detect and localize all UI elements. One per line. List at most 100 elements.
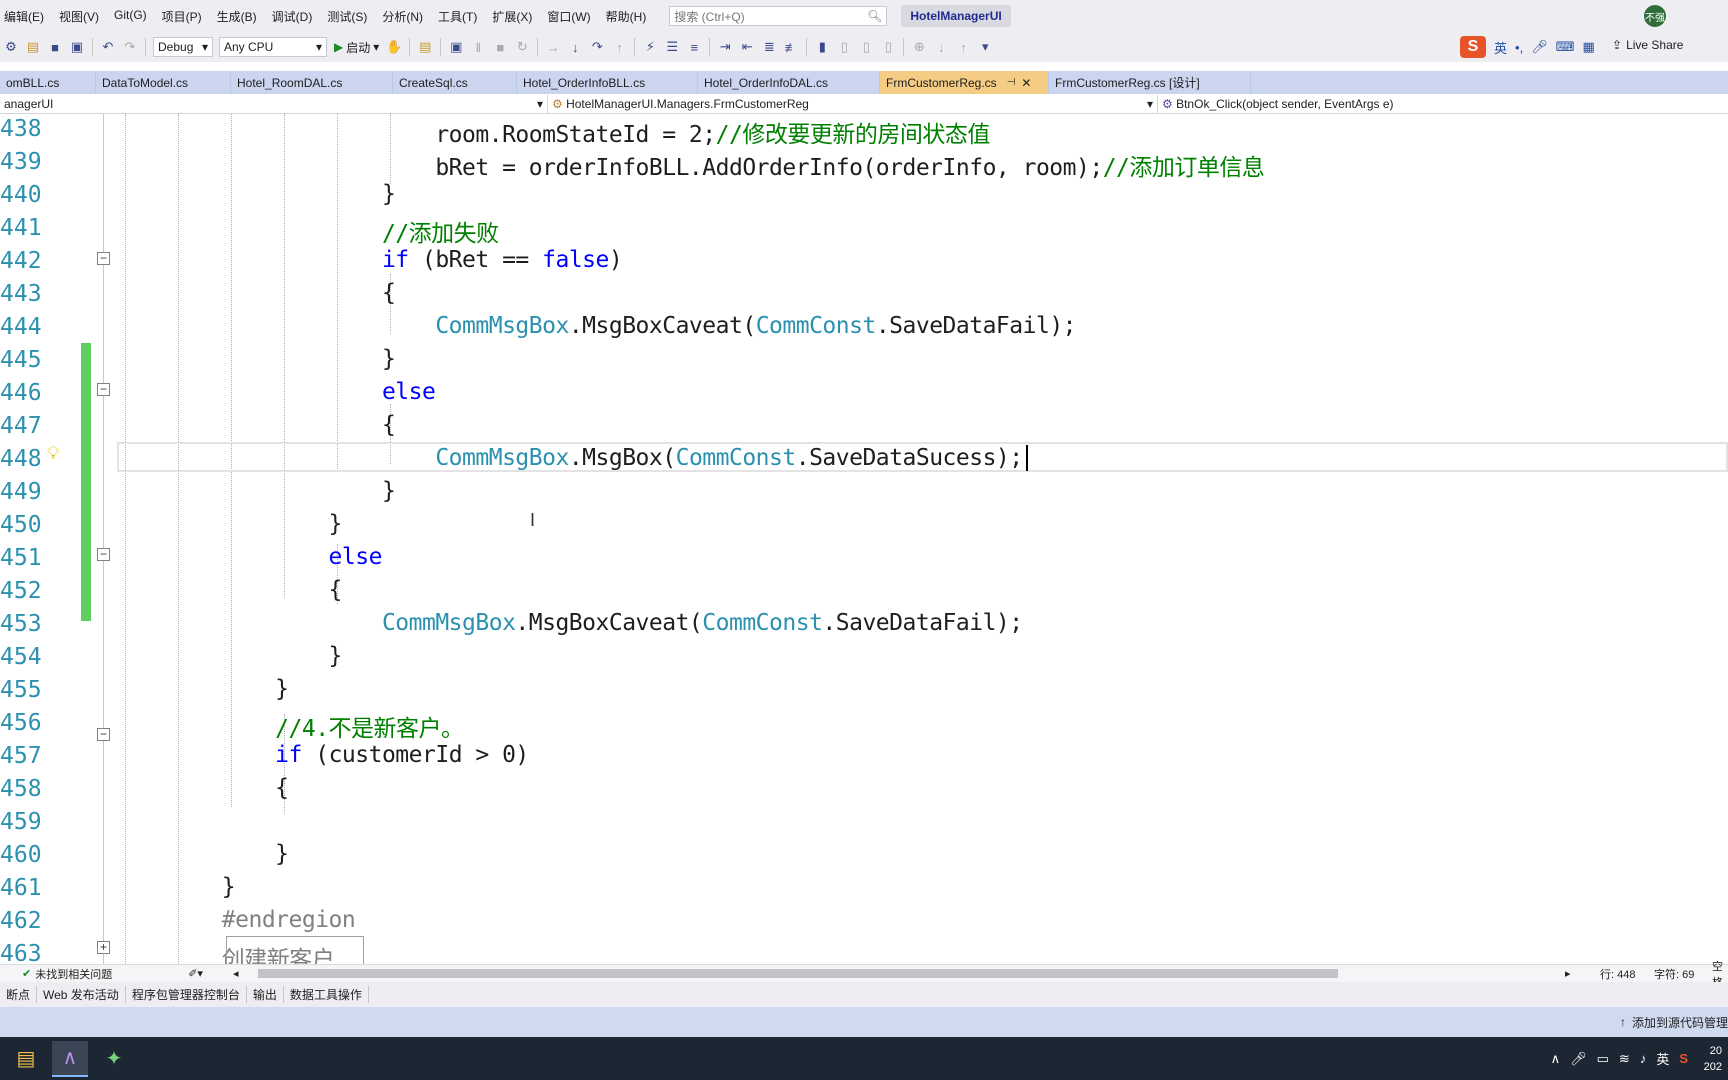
scroll-right-icon[interactable]: ▸: [1565, 967, 1571, 980]
restart-icon[interactable]: ↻: [513, 38, 531, 56]
find-icon[interactable]: ⊕: [910, 38, 928, 56]
code-line[interactable]: 446 else: [0, 378, 1728, 411]
sogou-logo-icon[interactable]: S: [1460, 36, 1486, 58]
code-line[interactable]: 454 }: [0, 642, 1728, 675]
bookmark-icon[interactable]: ▮: [813, 38, 831, 56]
code-line[interactable]: 449 }: [0, 477, 1728, 510]
lightbulb-icon[interactable]: 💡︎: [47, 443, 61, 463]
char-indicator[interactable]: 字符: 69: [1654, 966, 1694, 982]
undo-icon[interactable]: ↶: [99, 38, 117, 56]
code-line[interactable]: 447 {: [0, 411, 1728, 444]
line-indicator[interactable]: 行: 448: [1600, 966, 1635, 982]
code-line[interactable]: 451 else: [0, 543, 1728, 576]
horizontal-scrollbar[interactable]: [258, 969, 1338, 978]
code-line[interactable]: 445 }: [0, 345, 1728, 378]
code-line[interactable]: 461 }: [0, 873, 1728, 906]
project-dropdown[interactable]: anagerUI ▾: [0, 94, 548, 113]
clear-bookmarks-icon[interactable]: ▯: [879, 38, 897, 56]
hot-reload-icon[interactable]: ⚡: [641, 38, 659, 56]
code-line[interactable]: 456 //4.不是新客户。: [0, 708, 1728, 742]
code-line[interactable]: 457 if (customerId > 0): [0, 741, 1728, 774]
code-line[interactable]: 455 }: [0, 675, 1728, 708]
new-project-icon[interactable]: ⚙: [2, 38, 20, 56]
screenshot-icon[interactable]: ▣: [447, 38, 465, 56]
collapse-icon[interactable]: −: [97, 383, 110, 396]
ime-lang[interactable]: 英: [1494, 38, 1507, 57]
save-all-icon[interactable]: ▣: [68, 38, 86, 56]
platform-select[interactable]: Any CPU ▾: [219, 37, 327, 57]
arrow-down-icon[interactable]: ↓: [932, 38, 950, 56]
document-tab[interactable]: FrmCustomerReg.cs [设计]: [1049, 71, 1251, 94]
issues-status[interactable]: 未找到相关问题: [35, 966, 112, 982]
file-explorer-icon[interactable]: ▤: [8, 1041, 44, 1077]
brush-icon[interactable]: ✐▾: [188, 967, 203, 980]
close-icon[interactable]: ✕: [1021, 76, 1031, 90]
code-editor[interactable]: 438 room.RoomStateId = 2;//修改要更新的房间状态值 43…: [0, 114, 1728, 964]
save-icon[interactable]: ■: [46, 38, 64, 56]
document-tab[interactable]: Hotel_OrderInfoBLL.cs: [517, 71, 698, 94]
show-next-icon[interactable]: →: [544, 38, 562, 56]
volume-icon[interactable]: ♪: [1640, 1051, 1647, 1066]
menu-item[interactable]: 项目(P): [156, 8, 211, 25]
document-tab[interactable]: DataToModel.cs: [96, 71, 231, 94]
class-dropdown[interactable]: ⚙ HotelManagerUI.Managers.FrmCustomerReg…: [548, 94, 1158, 113]
battery-icon[interactable]: ▭: [1597, 1051, 1609, 1067]
tool-window-tab[interactable]: 输出: [247, 986, 284, 1003]
tool-window-tab[interactable]: 断点: [0, 986, 38, 1003]
source-control-button[interactable]: 添加到源代码管理: [1632, 1014, 1728, 1031]
app-icon[interactable]: ✦: [96, 1041, 132, 1077]
open-folder-icon[interactable]: ▤: [24, 38, 42, 56]
menu-item[interactable]: 分析(N): [376, 8, 432, 25]
overflow-icon[interactable]: ▾: [976, 38, 994, 56]
format-icon[interactable]: ☰: [663, 38, 681, 56]
indent-icon[interactable]: ⇥: [716, 38, 734, 56]
config-select[interactable]: Debug ▾: [153, 37, 213, 57]
microphone-icon[interactable]: 🎤︎: [1570, 1051, 1587, 1067]
document-tab[interactable]: FrmCustomerReg.cs ⊣ ✕: [880, 71, 1049, 94]
microphone-icon[interactable]: 🎤︎: [1531, 39, 1548, 55]
scroll-left-icon[interactable]: ◂: [233, 967, 239, 980]
punctuation-icon[interactable]: •,: [1515, 40, 1523, 55]
menu-item[interactable]: 调试(D): [266, 8, 322, 25]
prev-bookmark-icon[interactable]: ▯: [835, 38, 853, 56]
redo-icon[interactable]: ↷: [121, 38, 139, 56]
live-share-button[interactable]: ⇪ Live Share: [1612, 38, 1683, 52]
document-tab[interactable]: Hotel_OrderInfoDAL.cs: [698, 71, 880, 94]
menu-item[interactable]: 视图(V): [53, 8, 108, 25]
stop-icon[interactable]: ■: [491, 38, 509, 56]
code-line[interactable]: 459: [0, 807, 1728, 840]
start-button[interactable]: ▶ 启动 ▾: [334, 39, 379, 56]
code-line[interactable]: 441 //添加失败: [0, 213, 1728, 247]
visual-studio-icon[interactable]: ∧: [52, 1040, 88, 1077]
menu-item[interactable]: 测试(S): [321, 8, 376, 25]
menu-item[interactable]: 扩展(X): [486, 8, 541, 25]
code-line[interactable]: 450 }: [0, 510, 1728, 543]
comment-lines-icon[interactable]: ≣: [760, 38, 778, 56]
avatar[interactable]: 不强: [1644, 5, 1666, 27]
comment-icon[interactable]: ≡: [685, 38, 703, 56]
document-tab[interactable]: omBLL.cs: [0, 71, 96, 94]
tool-window-tab[interactable]: 程序包管理器控制台: [126, 986, 247, 1003]
sogou-tray-icon[interactable]: S: [1679, 1051, 1688, 1066]
code-line[interactable]: 443 {: [0, 279, 1728, 312]
code-line[interactable]: 444 CommMsgBox.MsgBoxCaveat(CommConst.Sa…: [0, 312, 1728, 345]
tool-window-tab[interactable]: 数据工具操作: [284, 986, 369, 1003]
menu-item[interactable]: 帮助(H): [600, 8, 656, 25]
step-over-icon[interactable]: ↷: [588, 38, 606, 56]
uncomment-icon[interactable]: ≢: [782, 38, 800, 56]
expand-icon[interactable]: +: [97, 941, 110, 954]
collapse-icon[interactable]: −: [97, 728, 110, 741]
menu-item[interactable]: 生成(B): [211, 8, 266, 25]
folder-icon[interactable]: ▤: [416, 38, 434, 56]
menu-item[interactable]: Git(G): [108, 8, 156, 25]
menu-item[interactable]: 窗口(W): [541, 8, 599, 25]
code-line[interactable]: 452 {: [0, 576, 1728, 609]
pause-icon[interactable]: ‖: [469, 38, 487, 56]
menu-item[interactable]: 编辑(E): [0, 8, 53, 25]
tool-window-tab[interactable]: Web 发布活动: [37, 986, 126, 1003]
search-box[interactable]: 搜索 (Ctrl+Q) 🔍︎: [669, 6, 888, 26]
code-line[interactable]: 440 }: [0, 180, 1728, 213]
chevron-up-icon[interactable]: ∧: [1551, 1051, 1561, 1067]
code-line[interactable]: 460 }: [0, 840, 1728, 873]
collapsed-region-box[interactable]: [226, 936, 364, 964]
